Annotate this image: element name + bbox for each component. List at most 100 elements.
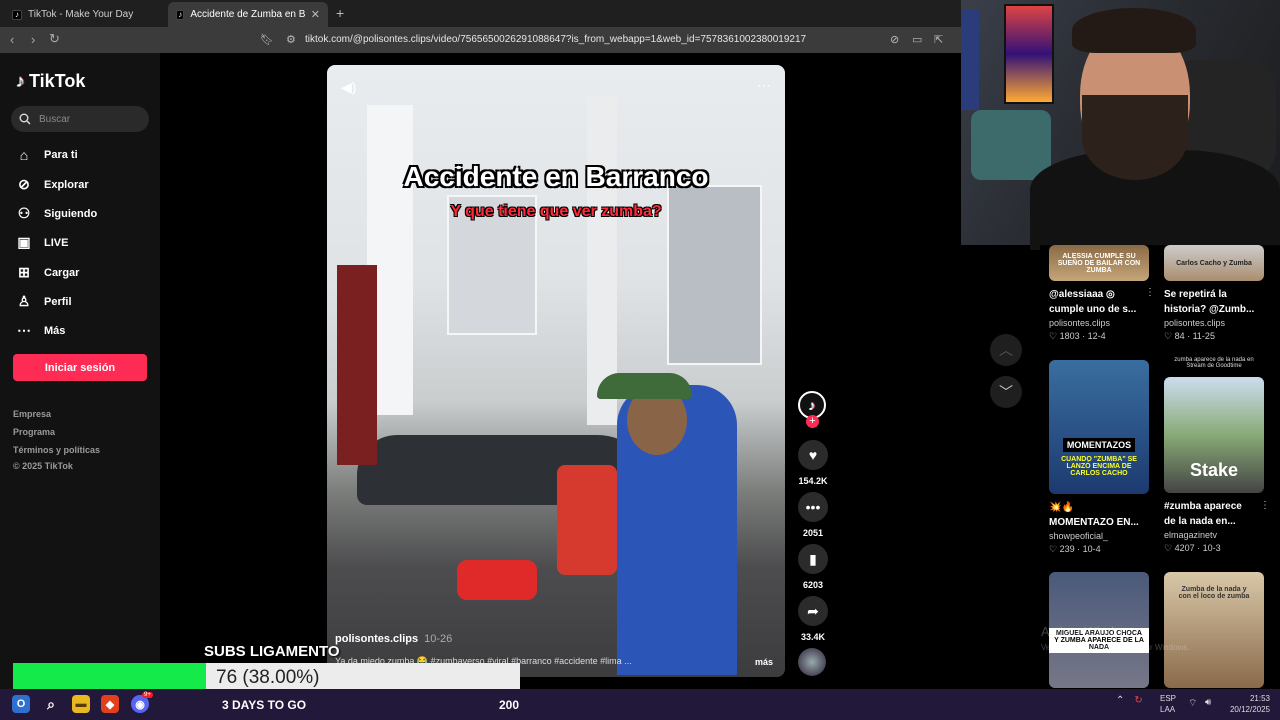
save-action[interactable]: ▮ 6203	[797, 544, 829, 590]
rec-title[interactable]: #zumba aparece de la nada en...	[1164, 499, 1264, 529]
system-clock[interactable]: 21:53 20/12/2025	[1228, 693, 1270, 715]
search-icon	[19, 113, 31, 125]
rec-author[interactable]: polisontes.clips	[1049, 318, 1149, 328]
screen-icon[interactable]: ▭	[912, 33, 922, 46]
tiktok-favicon-icon: ♪	[176, 9, 185, 20]
rec-author[interactable]: polisontes.clips	[1164, 318, 1264, 328]
mute-icon[interactable]: ◀)	[341, 79, 356, 96]
nav-live[interactable]: ▣ LIVE	[16, 234, 68, 251]
rec-date: 11-25	[1192, 331, 1215, 341]
more-icon: ⋯	[17, 322, 31, 338]
rec-title[interactable]: Se repetirá la historia? @Zumb...	[1164, 287, 1264, 317]
brave-browser-icon[interactable]: ◆	[101, 695, 119, 713]
bookmark-icon[interactable]: 🔖︎	[260, 33, 274, 46]
chevron-down-icon: ﹀	[999, 384, 1013, 400]
rec-thumbnail[interactable]: Stake	[1164, 377, 1264, 493]
wifi-icon[interactable]: ⌔	[1188, 697, 1197, 710]
volume-icon[interactable]: 🔊︎	[1205, 697, 1211, 708]
follow-plus-icon[interactable]: +	[806, 415, 819, 428]
rec-author[interactable]: elmagazinetv	[1164, 530, 1264, 540]
windows-taskbar: O ⌕ ▬ ◆ ◉ 9+ 3 DAYS TO GO 200 ⌃ ↻ ESP LAA…	[0, 689, 1280, 720]
rec-thumbnail[interactable]: Carlos Cacho y Zumba	[1164, 245, 1264, 281]
nav-cargar[interactable]: ⊞ Cargar	[16, 264, 79, 281]
shields-off-icon[interactable]: ⊘	[890, 33, 899, 46]
file-explorer-icon[interactable]: ▬	[72, 695, 90, 713]
login-button[interactable]: Iniciar sesión	[13, 354, 147, 381]
bookmark-icon[interactable]: ▮	[798, 544, 828, 574]
nav-para-ti[interactable]: ⌂ Para ti	[16, 147, 78, 163]
streamer-hair	[1072, 8, 1196, 53]
site-settings-icon[interactable]: ⚙	[286, 33, 296, 46]
tiktok-sidebar: ♪ TikTok Buscar ⌂ Para ti ⊘ Explorar ⚇ Sigu…	[0, 53, 160, 689]
wall-poster	[961, 10, 979, 110]
comment-icon[interactable]: •••	[798, 492, 828, 522]
share-icon[interactable]: ⇱	[934, 33, 943, 46]
kebab-menu-icon[interactable]: ⋮	[1260, 500, 1270, 511]
rec-thumbnail[interactable]: ALESSIA CUMPLE SU SUEÑO DE BAILAR CON ZU…	[1049, 245, 1149, 281]
nav-mas[interactable]: ⋯ Más	[16, 322, 65, 339]
previous-video-button[interactable]: ︿	[990, 334, 1022, 366]
rec-date: 10-4	[1082, 544, 1101, 554]
tab-tiktok-home[interactable]: ♪ TikTok - Make Your Day	[4, 2, 164, 27]
nav-label: Explorar	[44, 178, 89, 191]
search-icon[interactable]: ⌕	[42, 695, 60, 713]
share-arrow-icon[interactable]: ➦	[798, 596, 828, 626]
thumb-text: Zumba de la nada y con el loco de zumba	[1178, 586, 1250, 600]
rec-card[interactable]: zumba aparece de la nada en Stream de Go…	[1164, 357, 1270, 554]
nav-perfil[interactable]: ♙ Perfil	[16, 293, 72, 310]
tiktok-logo[interactable]: ♪ TikTok	[16, 71, 85, 92]
rec-title-line: cumple uno de s...	[1049, 304, 1137, 315]
nav-siguiendo[interactable]: ⚇ Siguiendo	[16, 205, 97, 222]
profile-icon: ♙	[17, 293, 31, 309]
next-video-button[interactable]: ﹀	[990, 376, 1022, 408]
caption-more-link[interactable]: más	[755, 657, 773, 667]
video-author[interactable]: polisontes.clips 10-26	[335, 633, 452, 645]
nav-label: LIVE	[44, 236, 69, 249]
rec-thumbnail[interactable]: MOMENTAZOS CUANDO "ZUMBA" SE LANZÓ ENCIM…	[1049, 360, 1149, 494]
reload-icon[interactable]: ↻	[49, 31, 60, 47]
video-player[interactable]: ◀) ⋯ Accidente en Barranco Y que tiene q…	[327, 65, 785, 677]
overlay-count: 200	[499, 698, 520, 712]
outlook-icon[interactable]: O	[12, 695, 30, 713]
clock-date: 20/12/2025	[1229, 705, 1270, 714]
rec-thumbnail[interactable]: Zumba de la nada y con el loco de zumba	[1164, 572, 1264, 688]
wall-poster	[1004, 4, 1054, 104]
comment-count: 2051	[802, 528, 824, 538]
rec-title[interactable]: 💥🔥 MOMENTAZO EN...	[1049, 500, 1149, 530]
language-indicator[interactable]: ESP LAA	[1160, 693, 1176, 715]
heart-icon[interactable]: ♥	[798, 440, 828, 470]
back-icon[interactable]: ‹	[10, 32, 14, 47]
forward-icon[interactable]: ›	[31, 32, 35, 47]
rec-title-line: 💥🔥	[1049, 502, 1074, 513]
nav-explorar[interactable]: ⊘ Explorar	[16, 176, 89, 193]
rec-card[interactable]: Zumba de la nada y con el loco de zumba	[1164, 572, 1264, 688]
sync-icon[interactable]: ↻	[1134, 695, 1142, 706]
tab-video[interactable]: ♪ Accidente de Zumba en Barranc ✕	[168, 2, 328, 27]
music-disc[interactable]	[798, 648, 826, 676]
rec-card[interactable]: Carlos Cacho y Zumba Se repetirá la histo…	[1164, 245, 1264, 342]
comment-action[interactable]: ••• 2051	[797, 492, 829, 538]
thumb-text: Carlos Cacho y Zumba	[1176, 259, 1252, 267]
rec-author[interactable]: showpeoficial_	[1049, 531, 1149, 541]
rec-card[interactable]: ALESSIA CUMPLE SU SUEÑO DE BAILAR CON ZU…	[1049, 245, 1155, 342]
footer-empresa[interactable]: Empresa	[13, 409, 51, 419]
compass-icon: ⊘	[18, 176, 30, 192]
search-input[interactable]: Buscar	[39, 114, 70, 125]
search-box[interactable]: Buscar	[11, 106, 149, 132]
url-field[interactable]: tiktok.com/@polisontes.clips/video/75656…	[305, 34, 806, 45]
author-name[interactable]: polisontes.clips	[335, 633, 418, 645]
rec-card[interactable]: MOMENTAZOS CUANDO "ZUMBA" SE LANZÓ ENCIM…	[1049, 360, 1149, 555]
kebab-menu-icon[interactable]: ⋮	[1145, 287, 1155, 298]
thumb-subtext: CUANDO "ZUMBA" SE LANZÓ ENCIMA DE CARLOS…	[1061, 455, 1137, 477]
close-tab-icon[interactable]: ✕	[311, 8, 320, 21]
chevron-up-icon[interactable]: ⌃	[1116, 695, 1124, 706]
more-options-icon[interactable]: ⋯	[757, 77, 771, 94]
footer-terminos[interactable]: Términos y políticas	[13, 445, 100, 455]
rec-title[interactable]: @alessiaaa ◎ cumple uno de s...	[1049, 287, 1149, 317]
footer-programa[interactable]: Programa	[13, 427, 55, 437]
new-tab-button[interactable]: +	[336, 5, 344, 21]
share-action[interactable]: ➦ 33.4K	[797, 596, 829, 642]
like-action[interactable]: ♥ 154.2K	[797, 440, 829, 486]
video-title-overlay: Accidente en Barranco	[403, 161, 709, 192]
rec-likes: 1803	[1059, 331, 1080, 341]
